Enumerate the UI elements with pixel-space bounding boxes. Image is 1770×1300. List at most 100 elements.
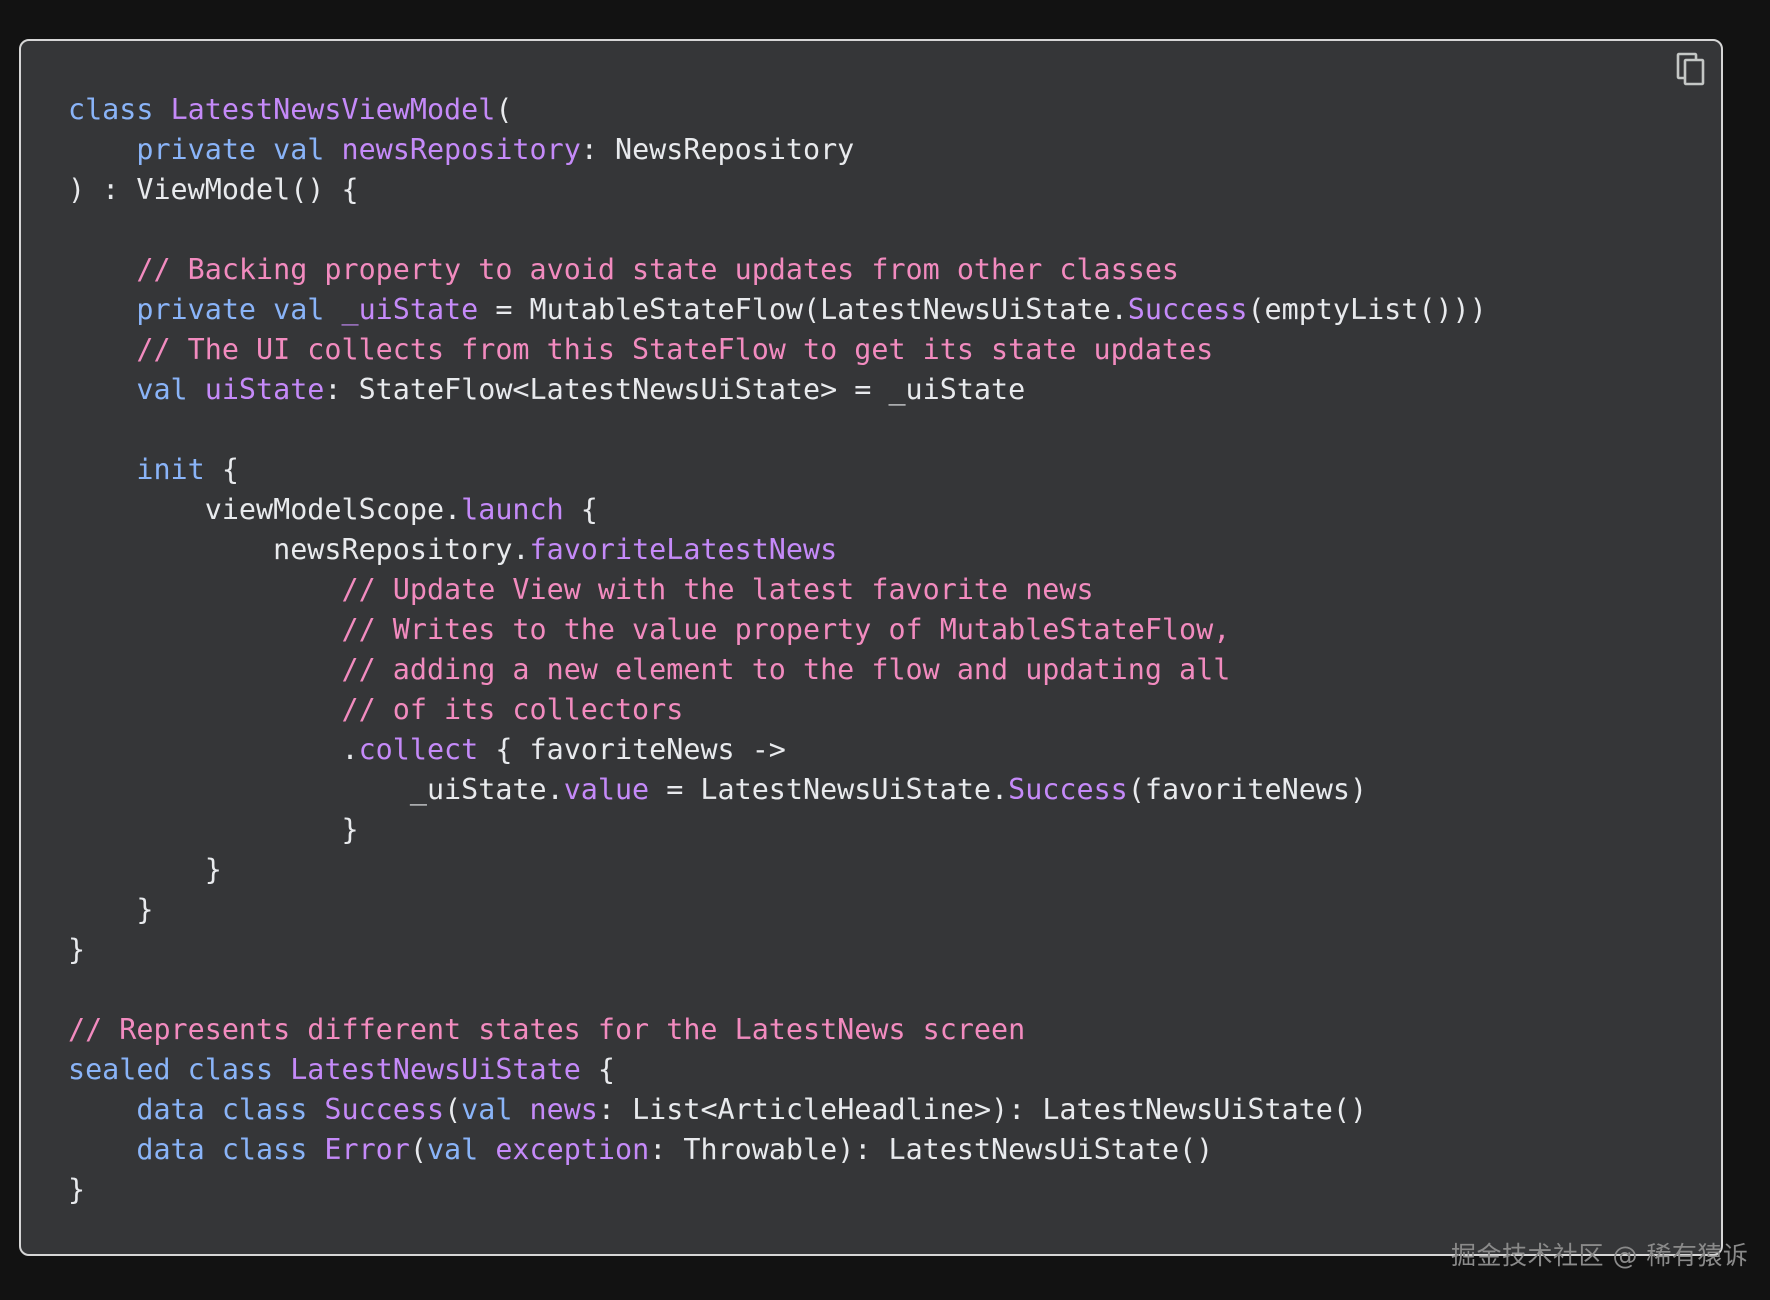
code-token: newsRepository.: [68, 533, 530, 566]
code-line: init {: [68, 450, 1487, 490]
watermark: 掘金技术社区 @ 稀有猿诉: [1451, 1241, 1749, 1270]
code-token: _uiState.: [68, 773, 564, 806]
code-line: }: [68, 850, 1487, 890]
code-token: // of its collectors: [341, 693, 684, 726]
code-token: // Represents different states for the L…: [68, 1013, 1026, 1046]
code-token: private val: [136, 293, 342, 326]
code-line: sealed class LatestNewsUiState {: [68, 1050, 1487, 1090]
code-token: Error: [324, 1133, 410, 1166]
code-token: exception: [495, 1133, 650, 1166]
code-token: {: [563, 493, 598, 526]
code-token: LatestNewsUiState: [290, 1053, 581, 1086]
code-token: viewModelScope.: [68, 493, 462, 526]
code-token: data class: [136, 1133, 325, 1166]
code-line: private val newsRepository: NewsReposito…: [68, 130, 1487, 170]
code-token: (: [409, 1133, 427, 1166]
code-token: (emptyList())): [1247, 293, 1487, 326]
code-line: viewModelScope.launch {: [68, 490, 1487, 530]
code-token: {: [580, 1053, 615, 1086]
code-token: = LatestNewsUiState.: [649, 773, 1009, 806]
code-token: : List<ArticleHeadline>): LatestNewsUiSt…: [597, 1093, 1368, 1126]
code-token: // Writes to the value property of Mutab…: [341, 613, 1231, 646]
code-token: (: [495, 93, 513, 126]
code-token: .: [68, 733, 359, 766]
code-token: val: [426, 1133, 496, 1166]
code-token: sealed class: [68, 1053, 291, 1086]
code-line: // Backing property to avoid state updat…: [68, 250, 1487, 290]
code-token: : StateFlow<LatestNewsUiState> = _uiStat…: [324, 373, 1026, 406]
code-token: val: [136, 373, 205, 406]
code-token: }: [68, 893, 154, 926]
code-line: val uiState: StateFlow<LatestNewsUiState…: [68, 370, 1487, 410]
code-token: }: [68, 1173, 86, 1206]
code-token: }: [68, 853, 222, 886]
code-token: (favoriteNews): [1127, 773, 1368, 806]
code-line: // Writes to the value property of Mutab…: [68, 610, 1487, 650]
code-token: Success: [1127, 293, 1248, 326]
code-line: }: [68, 890, 1487, 930]
code-line: // The UI collects from this StateFlow t…: [68, 330, 1487, 370]
code-token: {: [204, 453, 239, 486]
code-line: // of its collectors: [68, 690, 1487, 730]
code-line: // adding a new element to the flow and …: [68, 650, 1487, 690]
code-token: { favoriteNews ->: [478, 733, 786, 766]
code-token: private val: [136, 133, 342, 166]
code-token: // Update View with the latest favorite …: [341, 573, 1094, 606]
code-token: val: [461, 1093, 530, 1126]
code-token: : NewsRepository: [580, 133, 855, 166]
code-token: : Throwable): LatestNewsUiState(): [649, 1133, 1214, 1166]
code-line: // Represents different states for the L…: [68, 1010, 1487, 1050]
code-token: favoriteLatestNews: [529, 533, 838, 566]
code-token: LatestNewsViewModel: [170, 93, 496, 126]
code-token: // adding a new element to the flow and …: [341, 653, 1231, 686]
code-line: data class Success(val news: List<Articl…: [68, 1090, 1487, 1130]
code-token: newsRepository: [341, 133, 581, 166]
code-token: class: [68, 93, 171, 126]
code-line: // Update View with the latest favorite …: [68, 570, 1487, 610]
code-token: Success: [324, 1093, 445, 1126]
code-token: (: [444, 1093, 462, 1126]
code-line: }: [68, 1170, 1487, 1210]
code-token: init: [136, 453, 205, 486]
code-line: .collect { favoriteNews ->: [68, 730, 1487, 770]
code-content: class LatestNewsViewModel( private val n…: [68, 90, 1487, 1210]
copy-icon: [1676, 52, 1705, 86]
code-line: class LatestNewsViewModel(: [68, 90, 1487, 130]
code-token: launch: [461, 493, 564, 526]
code-token: ) : ViewModel() {: [68, 173, 359, 206]
code-token: data class: [136, 1093, 325, 1126]
code-token: _uiState: [341, 293, 479, 326]
code-line: _uiState.value = LatestNewsUiState.Succe…: [68, 770, 1487, 810]
code-token: }: [68, 933, 86, 966]
code-token: collect: [358, 733, 479, 766]
page: class LatestNewsViewModel( private val n…: [0, 0, 1770, 1300]
code-token: value: [563, 773, 650, 806]
code-line: private val _uiState = MutableStateFlow(…: [68, 290, 1487, 330]
code-token: }: [68, 813, 359, 846]
code-line: }: [68, 930, 1487, 970]
code-token: // Backing property to avoid state updat…: [136, 253, 1180, 286]
copy-button[interactable]: [1669, 47, 1713, 91]
code-line: }: [68, 810, 1487, 850]
code-token: uiState: [204, 373, 325, 406]
code-line: newsRepository.favoriteLatestNews: [68, 530, 1487, 570]
code-token: news: [529, 1093, 598, 1126]
code-token: = MutableStateFlow(LatestNewsUiState.: [478, 293, 1128, 326]
code-line: ) : ViewModel() {: [68, 170, 1487, 210]
code-block: class LatestNewsViewModel( private val n…: [19, 39, 1723, 1256]
